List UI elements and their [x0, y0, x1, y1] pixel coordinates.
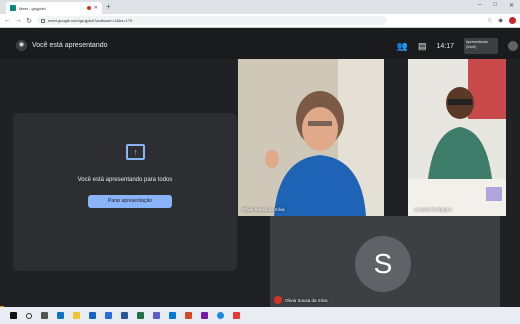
- browser-toolbar: ← → ↻ meet.google.com/grujptzh?authuser=…: [0, 14, 520, 28]
- stop-presenting-button[interactable]: Parar apresentação: [88, 195, 172, 208]
- forward-arrow-icon[interactable]: →: [15, 17, 22, 24]
- maximize-button[interactable]: □: [493, 2, 497, 9]
- presenting-title: Você está apresentando: [32, 42, 108, 49]
- chrome-icon[interactable]: [217, 312, 224, 319]
- people-icon[interactable]: 👥: [397, 41, 408, 52]
- search-icon[interactable]: [26, 312, 32, 319]
- presenting-card: ↑ Você está apresentando para todos Para…: [13, 113, 237, 271]
- participant-tile[interactable]: S Olivia Sousa da Silva: [270, 216, 500, 308]
- meet-favicon-icon: [10, 5, 16, 11]
- lock-icon: [41, 18, 45, 23]
- participant-tile[interactable]: Olivia Sousa da Silva: [238, 59, 384, 216]
- start-icon[interactable]: [10, 312, 17, 319]
- close-window-button[interactable]: ✕: [509, 2, 514, 9]
- presenting-icon: ◉: [16, 40, 27, 51]
- profile-avatar[interactable]: [509, 17, 516, 24]
- browser-tab[interactable]: Meet - grujptzh ✕: [6, 2, 102, 14]
- settings-icon[interactable]: [233, 312, 240, 319]
- participant-name: Olivia Sousa da Silva: [285, 298, 328, 303]
- meeting-clock: 14:17: [436, 42, 454, 50]
- windows-taskbar: [0, 307, 520, 324]
- excel-icon[interactable]: [137, 312, 144, 319]
- toolbar-actions: ☆ ◆: [487, 17, 516, 24]
- onenote-icon[interactable]: [201, 312, 208, 319]
- mic-off-icon: [274, 296, 282, 304]
- reload-icon[interactable]: ↻: [26, 17, 32, 25]
- chat-icon[interactable]: ▤: [418, 41, 427, 52]
- back-arrow-icon[interactable]: ←: [4, 17, 11, 24]
- participant-video: [238, 59, 384, 216]
- edge-icon[interactable]: [57, 312, 64, 319]
- extensions-icon[interactable]: ◆: [498, 17, 503, 24]
- meet-window: ◉ Você está apresentando 👥 ▤ 14:17 Apres…: [0, 29, 520, 308]
- screen: Meet - grujptzh ✕ + – □ ✕ ← → ↻ meet.goo…: [0, 0, 520, 324]
- more-options-icon[interactable]: •••: [408, 207, 412, 212]
- participant-name: Luciano Rodrigues: [414, 207, 452, 212]
- self-view-badge[interactable]: Apresentando (Você): [464, 38, 498, 54]
- star-icon[interactable]: ☆: [487, 17, 492, 24]
- participant-name: Olivia Sousa da Silva: [242, 207, 285, 212]
- presenting-message: Você está apresentando para todos: [77, 177, 173, 183]
- participant-avatar: S: [355, 236, 411, 292]
- explorer-icon[interactable]: [73, 312, 80, 319]
- recording-dot-icon: [86, 6, 91, 10]
- store-icon[interactable]: [89, 312, 96, 319]
- meet-header-actions: 👥 ▤ 14:17 Apresentando (Você): [397, 38, 518, 54]
- user-avatar[interactable]: [508, 41, 518, 51]
- present-screen-icon: ↑: [126, 144, 145, 160]
- browser-tabbar: Meet - grujptzh ✕ + – □ ✕: [0, 0, 520, 14]
- participant-tile[interactable]: ••• Luciano Rodrigues: [408, 59, 506, 216]
- task-view-icon[interactable]: [41, 312, 48, 319]
- outlook-icon[interactable]: [169, 312, 176, 319]
- word-icon[interactable]: [121, 312, 128, 319]
- mail-icon[interactable]: [105, 312, 112, 319]
- meet-header: ◉ Você está apresentando 👥 ▤ 14:17 Apres…: [0, 29, 520, 59]
- url-text: meet.google.com/grujptzh?authuser=1&hs=1…: [48, 18, 133, 23]
- address-bar[interactable]: meet.google.com/grujptzh?authuser=1&hs=1…: [37, 16, 387, 25]
- tab-title: Meet - grujptzh: [19, 5, 46, 11]
- participant-video: [408, 59, 506, 216]
- minimize-button[interactable]: –: [478, 2, 481, 9]
- tab-close-icon[interactable]: ✕: [94, 5, 98, 11]
- new-tab-button[interactable]: +: [106, 2, 111, 12]
- window-controls: – □ ✕: [478, 2, 514, 9]
- teams-icon[interactable]: [153, 312, 160, 319]
- powerpoint-icon[interactable]: [185, 312, 192, 319]
